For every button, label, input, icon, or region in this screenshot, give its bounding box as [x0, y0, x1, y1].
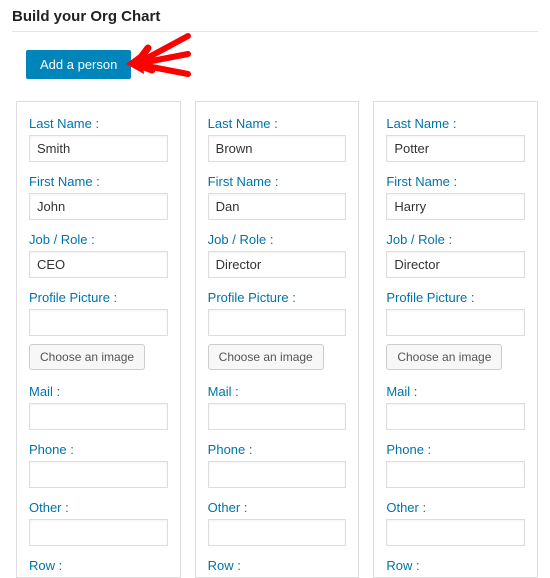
phone-input[interactable]: [208, 461, 347, 488]
last-name-input[interactable]: [386, 135, 525, 162]
mail-input[interactable]: [29, 403, 168, 430]
job-role-label: Job / Role :: [208, 232, 347, 247]
mail-label: Mail :: [208, 384, 347, 399]
choose-image-button[interactable]: Choose an image: [208, 344, 324, 370]
choose-image-button[interactable]: Choose an image: [386, 344, 502, 370]
profile-picture-label: Profile Picture :: [29, 290, 168, 305]
job-role-label: Job / Role :: [29, 232, 168, 247]
job-role-input[interactable]: [208, 251, 347, 278]
add-person-button[interactable]: Add a person: [26, 50, 131, 79]
other-input[interactable]: [29, 519, 168, 546]
phone-input[interactable]: [29, 461, 168, 488]
first-name-input[interactable]: [208, 193, 347, 220]
first-name-label: First Name :: [208, 174, 347, 189]
first-name-label: First Name :: [29, 174, 168, 189]
profile-picture-input[interactable]: [208, 309, 347, 336]
phone-label: Phone :: [208, 442, 347, 457]
first-name-label: First Name :: [386, 174, 525, 189]
mail-label: Mail :: [29, 384, 168, 399]
other-label: Other :: [386, 500, 525, 515]
profile-picture-label: Profile Picture :: [208, 290, 347, 305]
last-name-input[interactable]: [208, 135, 347, 162]
person-cards-container: Last Name : First Name : Job / Role : Pr…: [12, 101, 538, 578]
last-name-label: Last Name :: [208, 116, 347, 131]
job-role-input[interactable]: [29, 251, 168, 278]
page-title: Build your Org Chart: [12, 8, 538, 25]
profile-picture-label: Profile Picture :: [386, 290, 525, 305]
phone-label: Phone :: [29, 442, 168, 457]
mail-label: Mail :: [386, 384, 525, 399]
other-input[interactable]: [208, 519, 347, 546]
row-label: Row :: [208, 558, 347, 573]
job-role-label: Job / Role :: [386, 232, 525, 247]
person-card: Last Name : First Name : Job / Role : Pr…: [373, 101, 538, 578]
other-label: Other :: [208, 500, 347, 515]
person-card: Last Name : First Name : Job / Role : Pr…: [195, 101, 360, 578]
last-name-label: Last Name :: [29, 116, 168, 131]
choose-image-button[interactable]: Choose an image: [29, 344, 145, 370]
profile-picture-input[interactable]: [29, 309, 168, 336]
first-name-input[interactable]: [386, 193, 525, 220]
mail-input[interactable]: [386, 403, 525, 430]
phone-label: Phone :: [386, 442, 525, 457]
job-role-input[interactable]: [386, 251, 525, 278]
other-input[interactable]: [386, 519, 525, 546]
first-name-input[interactable]: [29, 193, 168, 220]
last-name-label: Last Name :: [386, 116, 525, 131]
profile-picture-input[interactable]: [386, 309, 525, 336]
divider: [12, 31, 538, 32]
row-label: Row :: [386, 558, 525, 573]
last-name-input[interactable]: [29, 135, 168, 162]
row-label: Row :: [29, 558, 168, 573]
person-card: Last Name : First Name : Job / Role : Pr…: [16, 101, 181, 578]
mail-input[interactable]: [208, 403, 347, 430]
phone-input[interactable]: [386, 461, 525, 488]
other-label: Other :: [29, 500, 168, 515]
